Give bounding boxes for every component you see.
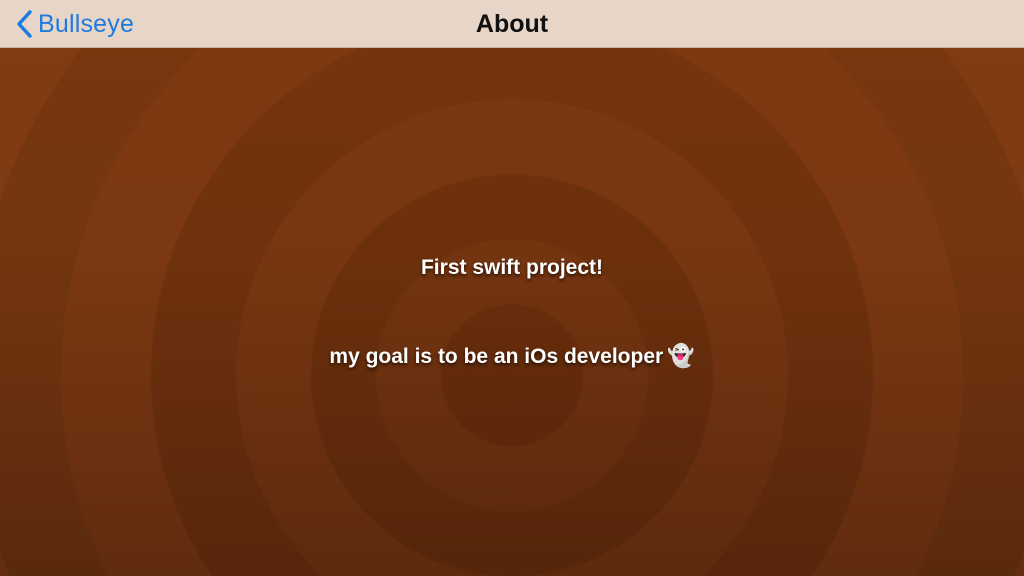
navigation-bar: Bullseye About: [0, 0, 1024, 48]
goal-text-label: my goal is to be an iOs developer: [329, 345, 664, 368]
back-button-label: Bullseye: [38, 9, 135, 38]
intro-text: First swift project!: [0, 256, 1024, 280]
content-area: First swift project! my goal is to be an…: [0, 48, 1024, 576]
intro-text-label: First swift project!: [420, 256, 604, 279]
chevron-left-icon: [17, 10, 32, 38]
about-screen: Bullseye About First swift project! my g…: [0, 0, 1024, 576]
back-button[interactable]: Bullseye: [14, 0, 134, 48]
page-title: About: [475, 10, 549, 38]
goal-text: my goal is to be an iOs developer 👻: [0, 343, 1024, 369]
ghost-icon: 👻: [667, 343, 695, 368]
